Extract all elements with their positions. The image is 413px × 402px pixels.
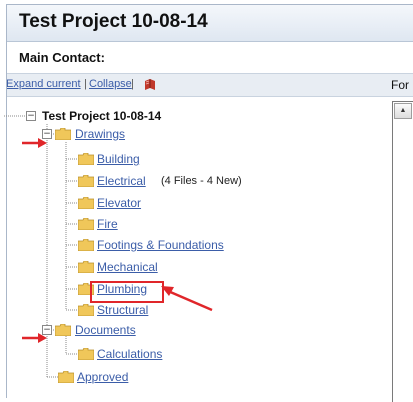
- folder-icon: [78, 239, 94, 251]
- folder-tree: − Test Project 10-08-14 − Drawings Build…: [0, 0, 392, 397]
- tree-item-drawings[interactable]: Drawings: [75, 127, 125, 141]
- tree-item-calculations[interactable]: Calculations: [97, 347, 162, 361]
- tree-item-mechanical[interactable]: Mechanical: [97, 260, 158, 274]
- folder-icon: [78, 348, 94, 360]
- folder-icon: [78, 175, 94, 187]
- folder-icon: [58, 371, 74, 383]
- file-count-note: (4 Files - 4 New): [161, 175, 242, 187]
- tree-item-structural[interactable]: Structural: [97, 303, 148, 317]
- folder-icon: [55, 324, 71, 336]
- tree-item-fire[interactable]: Fire: [97, 217, 118, 231]
- highlight-box: [90, 281, 164, 303]
- arrow-icon: [22, 138, 47, 148]
- folder-icon: [78, 304, 94, 316]
- scroll-up-button[interactable]: ▲: [394, 103, 412, 119]
- tree-connector-lines: [4, 115, 78, 378]
- tree-item-elevator[interactable]: Elevator: [97, 196, 141, 210]
- arrow-icon: [22, 333, 47, 343]
- tree-item-electrical[interactable]: Electrical: [97, 174, 146, 188]
- folder-icon: [55, 128, 71, 140]
- tree-item-documents[interactable]: Documents: [75, 323, 136, 337]
- tree-item-footings-foundations[interactable]: Footings & Foundations: [97, 238, 224, 252]
- tree-item-building[interactable]: Building: [97, 152, 140, 166]
- folder-icon: [78, 218, 94, 230]
- folder-icon: [78, 261, 94, 273]
- folder-icon: [78, 197, 94, 209]
- arrow-icon: [161, 286, 213, 312]
- tree-root-label[interactable]: Test Project 10-08-14: [42, 109, 161, 123]
- right-pane: ▲: [392, 101, 413, 402]
- root-collapse-toggle[interactable]: −: [26, 111, 36, 121]
- tree-item-approved[interactable]: Approved: [77, 370, 128, 384]
- for-label: For: [391, 78, 409, 92]
- folder-icon: [78, 153, 94, 165]
